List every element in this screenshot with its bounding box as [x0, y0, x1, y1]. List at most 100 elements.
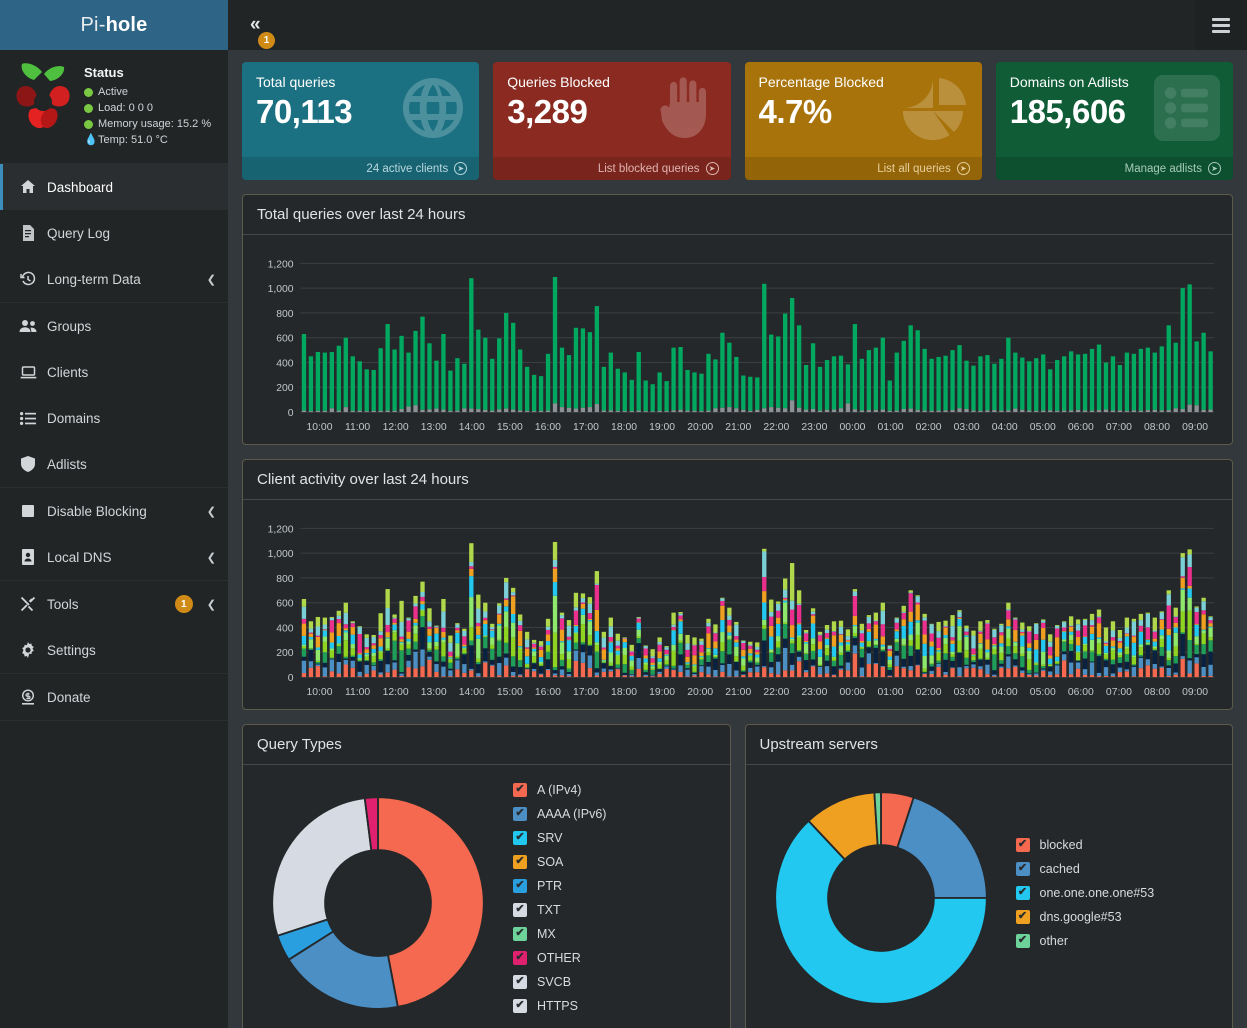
legend-label: blocked	[1039, 837, 1083, 852]
status-panel: Status Active Load: 0 0 0 Memory usage: …	[0, 50, 228, 164]
legend-item[interactable]: ✔ A (IPv4)	[513, 782, 720, 797]
legend-item[interactable]: ✔ MX	[513, 926, 720, 941]
sidebar-collapse-button[interactable]: « 1	[244, 10, 275, 49]
svg-text:600: 600	[276, 334, 294, 345]
card-title: Total queries	[256, 74, 336, 90]
card-footer-link[interactable]: 24 active clients ➤	[242, 157, 480, 180]
donut-slice[interactable]	[895, 795, 988, 899]
upstream-servers-legend: ✔ blocked ✔ cached ✔ one.one.one.one#53 ✔ dns.g…	[1006, 837, 1223, 958]
menu-toggle-button[interactable]	[1195, 0, 1247, 50]
client-activity-chart[interactable]: 0 200 400 600 800 1,000 1,200 10:00 11:00 12:00 13…	[253, 510, 1222, 703]
collapse-badge: 1	[258, 32, 275, 49]
legend-item[interactable]: ✔ AAAA (IPv6)	[513, 806, 720, 821]
svg-text:11:00: 11:00	[345, 687, 370, 698]
legend-label: MX	[537, 926, 556, 941]
sidebar-item-domains[interactable]: Domains	[0, 395, 228, 441]
legend-item[interactable]: ✔ cached	[1015, 861, 1223, 876]
legend-checkbox[interactable]: ✔	[513, 974, 527, 989]
panel-title: Total queries over last 24 hours	[257, 206, 466, 223]
card-domains-on-adlists[interactable]: Domains on Adlists 185,606 Manage adlist…	[995, 62, 1233, 180]
sidebar-label: Local DNS	[47, 549, 112, 565]
svg-text:08:00: 08:00	[1144, 422, 1170, 433]
svg-text:16:00: 16:00	[535, 422, 561, 433]
legend-item[interactable]: ✔ PTR	[513, 878, 720, 893]
legend-checkbox[interactable]: ✔	[513, 878, 527, 893]
donut-box	[756, 783, 1006, 1013]
svg-text:09:00: 09:00	[1182, 687, 1208, 698]
legend-item[interactable]: ✔ OTHER	[513, 950, 720, 965]
card-percentage-blocked[interactable]: Percentage Blocked 4.7% List all queries…	[744, 62, 982, 180]
svg-text:06:00: 06:00	[1068, 422, 1094, 433]
sidebar-label: Domains	[47, 410, 101, 426]
legend-label: SVCB	[537, 974, 572, 989]
sidebar-item-adlists[interactable]: Adlists	[0, 441, 228, 487]
donut-slice[interactable]	[271, 796, 373, 937]
legend-item[interactable]: ✔ dns.google#53	[1015, 909, 1223, 924]
legend-item[interactable]: ✔ one.one.one.one#53	[1015, 885, 1223, 900]
legend-checkbox[interactable]: ✔	[513, 926, 527, 941]
sidebar-item-query-log[interactable]: Query Log	[0, 210, 228, 256]
legend-checkbox[interactable]: ✔	[513, 830, 527, 845]
legend-item[interactable]: ✔ HTTPS	[513, 998, 720, 1013]
legend-checkbox[interactable]: ✔	[513, 998, 527, 1013]
nav-group-5: Donate	[0, 674, 228, 721]
card-total-queries[interactable]: Total queries 70,113 24 active clients ➤	[242, 62, 480, 180]
svg-text:14:00: 14:00	[459, 687, 485, 698]
nav-group-4: Tools 1 ❮ Settings	[0, 581, 228, 674]
legend-checkbox[interactable]: ✔	[1015, 885, 1030, 900]
sidebar-item-dashboard[interactable]: Dashboard	[0, 164, 228, 210]
card-footer-link[interactable]: List blocked queries ➤	[493, 157, 731, 180]
legend-checkbox[interactable]: ✔	[1015, 933, 1030, 948]
legend-item[interactable]: ✔ SRV	[513, 830, 720, 845]
svg-text:02:00: 02:00	[916, 422, 942, 433]
panel-upstream-servers: Upstream servers ✔ blocked ✔ cached ✔ one.one…	[744, 723, 1233, 1028]
sidebar-item-disable-blocking[interactable]: Disable Blocking ❮	[0, 488, 228, 534]
svg-text:18:00: 18:00	[611, 422, 637, 433]
stat-cards: Total queries 70,113 24 active clients ➤…	[242, 62, 1233, 180]
legend-checkbox[interactable]: ✔	[513, 950, 527, 965]
legend-checkbox[interactable]: ✔	[513, 902, 527, 917]
sidebar-item-settings[interactable]: Settings	[0, 627, 228, 673]
card-queries-blocked[interactable]: Queries Blocked 3,289 List blocked queri…	[493, 62, 731, 180]
donate-icon	[19, 689, 37, 705]
legend-checkbox[interactable]: ✔	[1015, 837, 1030, 852]
query-types-donut[interactable]	[263, 788, 493, 1018]
legend-checkbox[interactable]: ✔	[1015, 861, 1030, 876]
svg-text:20:00: 20:00	[687, 422, 713, 433]
legend-item[interactable]: ✔ TXT	[513, 902, 720, 917]
legend-checkbox[interactable]: ✔	[513, 782, 527, 797]
legend-item[interactable]: ✔ blocked	[1015, 837, 1223, 852]
legend-checkbox[interactable]: ✔	[513, 854, 527, 869]
sidebar-item-long-term-data[interactable]: Long-term Data ❮	[0, 256, 228, 302]
hamburger-icon	[1212, 15, 1230, 36]
svg-text:800: 800	[276, 309, 294, 320]
svg-text:00:00: 00:00	[839, 687, 865, 698]
card-footer-link[interactable]: Manage adlists ➤	[995, 157, 1233, 180]
sidebar-item-donate[interactable]: Donate	[0, 674, 228, 720]
main-area: « 1 Total queries 70,113 24 active clien…	[228, 0, 1247, 1028]
panel-total-queries: Total queries over last 24 hours 0 200 400…	[242, 194, 1233, 445]
legend-checkbox[interactable]: ✔	[513, 806, 527, 821]
legend-item[interactable]: ✔ SOA	[513, 854, 720, 869]
legend-item[interactable]: ✔ SVCB	[513, 974, 720, 989]
status-line-load: Load: 0 0 0	[84, 101, 211, 115]
total-queries-chart[interactable]: 0 200 400 600 800 1,000 1,200 10:00 11:00 12:00 13…	[253, 245, 1222, 438]
donut-slice[interactable]	[377, 795, 485, 1008]
sidebar-item-tools[interactable]: Tools 1 ❮	[0, 581, 228, 627]
sidebar-item-local-dns[interactable]: Local DNS ❮	[0, 534, 228, 580]
sidebar-item-groups[interactable]: Groups	[0, 303, 228, 349]
panel-body: ✔ blocked ✔ cached ✔ one.one.one.one#53 ✔ dns.g…	[746, 765, 1233, 1028]
brand-logo[interactable]: Pi-hole	[0, 0, 228, 50]
sidebar-label: Groups	[47, 318, 92, 334]
card-footer-link[interactable]: List all queries ➤	[744, 157, 982, 180]
sidebar-item-clients[interactable]: Clients	[0, 349, 228, 395]
svg-text:0: 0	[288, 408, 294, 419]
card-footer-label: List blocked queries	[597, 162, 700, 175]
status-line-active: Active	[84, 85, 211, 99]
status-title: Status	[84, 65, 124, 80]
legend-checkbox[interactable]: ✔	[1015, 909, 1030, 924]
legend-label: OTHER	[537, 950, 581, 965]
upstream-servers-donut[interactable]	[766, 783, 996, 1013]
svg-text:800: 800	[276, 574, 294, 585]
legend-item[interactable]: ✔ other	[1015, 933, 1223, 948]
